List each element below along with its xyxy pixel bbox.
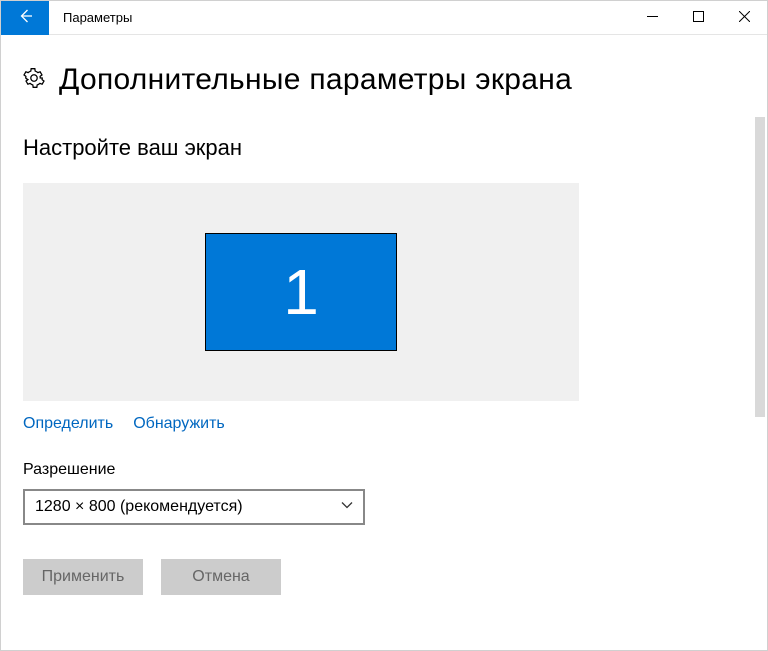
window-controls [629,1,767,34]
monitor-links: Определить Обнаружить [23,415,745,433]
window-title: Параметры [49,10,629,25]
minimize-icon [647,10,658,25]
monitor-1[interactable]: 1 [205,233,397,351]
maximize-icon [693,10,704,25]
maximize-button[interactable] [675,1,721,35]
monitor-number-label: 1 [283,255,319,329]
gear-icon [23,67,45,94]
close-icon [739,10,750,25]
identify-link[interactable]: Определить [23,415,113,433]
action-buttons: Применить Отмена [23,559,745,595]
apply-button-label: Применить [42,568,125,586]
resolution-select[interactable]: 1280 × 800 (рекомендуется) [23,489,365,525]
chevron-down-icon [341,498,353,516]
monitor-preview-area: 1 [23,183,579,401]
page-header: Дополнительные параметры экрана [23,63,745,97]
cancel-button[interactable]: Отмена [161,559,281,595]
cancel-button-label: Отмена [192,568,249,586]
scrollbar-thumb[interactable] [755,117,765,417]
scrollbar[interactable] [749,35,767,650]
back-button[interactable] [1,1,49,35]
resolution-value: 1280 × 800 (рекомендуется) [35,498,243,516]
arrow-left-icon [17,8,33,27]
close-button[interactable] [721,1,767,35]
content-area: Дополнительные параметры экрана Настройт… [1,35,767,595]
section-title: Настройте ваш экран [23,135,745,161]
minimize-button[interactable] [629,1,675,35]
apply-button[interactable]: Применить [23,559,143,595]
title-bar: Параметры [1,1,767,35]
resolution-label: Разрешение [23,461,745,479]
detect-link[interactable]: Обнаружить [133,415,225,433]
page-title: Дополнительные параметры экрана [59,63,572,97]
